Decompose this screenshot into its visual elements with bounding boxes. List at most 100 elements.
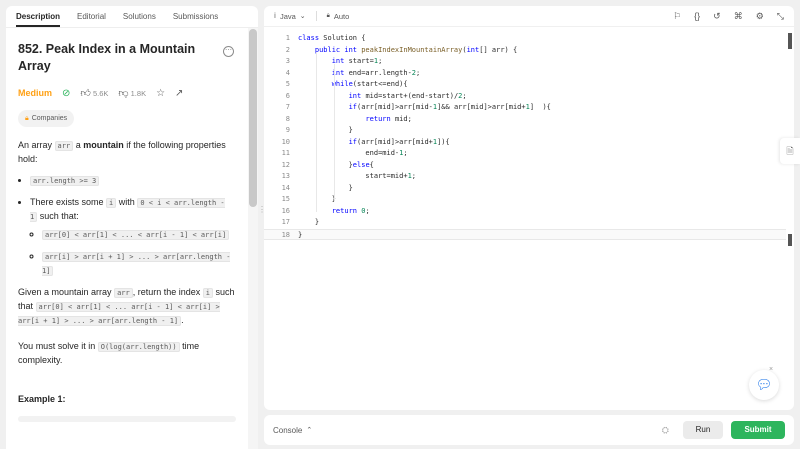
code-text: while(start<=end){	[298, 79, 408, 91]
problem-description: 852. Peak Index in a Mountain Array ⋯ Me…	[6, 28, 248, 449]
code-line[interactable]: 18}	[264, 228, 786, 242]
code-token: [] arr) {	[479, 45, 518, 54]
code-editor-panel: ⅰ Java ⌄ 🔒︎ Auto ⚐ {} ↺ ⌘ ⚙ ⤡ 1 class Sol…	[264, 6, 794, 410]
submit-button[interactable]: Submit	[731, 421, 785, 439]
star-icon[interactable]: ☆	[156, 87, 165, 100]
code-line[interactable]: 14 }	[264, 183, 786, 195]
code-text: return 0;	[298, 206, 370, 218]
tab-submissions[interactable]: Submissions	[173, 12, 218, 21]
code-line[interactable]: 6 int mid=start+(end-start)/2;	[264, 91, 786, 103]
language-value: Java	[279, 11, 296, 21]
like-button[interactable]: 👍︎ 5.6K	[80, 87, 108, 100]
code-line[interactable]: 13 start=mid+1;	[264, 171, 786, 183]
code-line[interactable]: 2 public int peakIndexInMountainArray(in…	[264, 45, 786, 57]
code-line[interactable]: 4 int end=arr.length-2;	[264, 68, 786, 80]
code-line[interactable]: 7 if(arr[mid]>arr[mid-1]&& arr[mid]>arr[…	[264, 102, 786, 114]
tab-description[interactable]: Description	[16, 12, 61, 27]
line-number: 2	[285, 45, 290, 54]
lock-icon: 🔒︎	[25, 115, 29, 122]
text: with	[118, 197, 135, 207]
inline-code: i	[202, 288, 213, 298]
tab-solutions[interactable]: Solutions	[123, 12, 156, 21]
chat-assistant-icon[interactable]: 💬︎	[749, 370, 779, 400]
code-line[interactable]: 1 class Solution {	[264, 33, 786, 45]
text: An array	[18, 140, 53, 150]
code-text: }	[298, 230, 302, 242]
dislike-button[interactable]: 👎︎ 1.8K	[118, 87, 146, 100]
auto-mode-toggle[interactable]: 🔒︎ Auto	[327, 12, 350, 21]
code-token: ]&& arr[mid]>arr[mid+	[437, 103, 526, 111]
difficulty-badge: Medium	[18, 88, 53, 98]
code-line[interactable]: 8 return mid;	[264, 114, 786, 126]
bookmark-icon[interactable]: ⚐	[673, 11, 681, 22]
code-token: ] ){	[529, 103, 551, 111]
code-token: {	[369, 160, 374, 169]
minimize-icon[interactable]: ⤡	[777, 11, 784, 22]
code-line[interactable]: 12 }else{	[264, 160, 786, 172]
braces-icon[interactable]: {}	[694, 11, 700, 22]
code-line[interactable]: 3 int start=1;	[264, 56, 786, 68]
code-token: else	[352, 160, 370, 169]
code-line[interactable]: 5 while(start<=end){	[264, 79, 786, 91]
thumbs-up-icon: 👍︎	[80, 88, 91, 99]
text: There exists some	[30, 197, 104, 207]
code-token: ;	[416, 68, 421, 77]
inline-code: arr[0] < arr[1] < ... arr[i - 1] < arr[i…	[18, 302, 220, 326]
tab-editorial[interactable]: Editorial	[77, 12, 106, 21]
code-token: if	[348, 137, 358, 146]
code-token: if	[348, 103, 358, 111]
code-token: }	[298, 126, 353, 134]
companies-chip[interactable]: 🔒︎ Companies	[18, 110, 75, 127]
code-text: }	[298, 183, 353, 195]
inline-code: arr[i] > arr[i + 1] > ... > arr[arr.leng…	[42, 252, 231, 276]
code-text: }	[298, 217, 319, 229]
description-scroll-thumb[interactable]	[249, 29, 257, 207]
editor-scroll-marker[interactable]	[788, 234, 792, 246]
description-paragraph-3: You must solve it in O(log(arr.length)) …	[18, 340, 236, 367]
close-icon[interactable]: ×	[769, 366, 773, 373]
code-line[interactable]: 15 }	[264, 194, 786, 206]
code-text: class Solution {	[298, 33, 365, 45]
description-panel: Description Editorial Solutions Submissi…	[6, 6, 258, 449]
inline-code: i	[106, 198, 117, 208]
language-select[interactable]: ⅰ Java ⌄	[274, 12, 306, 21]
line-number: 15	[281, 195, 290, 203]
gear-icon[interactable]: ⚙	[756, 11, 764, 22]
code-token: ]){	[437, 137, 450, 146]
reset-icon[interactable]: ↺	[713, 11, 721, 22]
code-text: int start=1;	[298, 56, 383, 68]
code-token: }	[298, 218, 320, 226]
code-token: }	[298, 230, 303, 239]
line-number: 17	[281, 218, 290, 226]
toolbar-divider	[315, 11, 317, 21]
debug-icon[interactable]: ⛭	[662, 425, 669, 436]
code-line[interactable]: 9 }	[264, 125, 786, 137]
code-token: return	[365, 114, 395, 123]
text: a	[75, 140, 81, 150]
line-number: 3	[285, 57, 290, 65]
code-token: }	[298, 160, 353, 169]
code-area[interactable]: 1 class Solution {2 public int peakIndexI…	[264, 33, 786, 247]
console-toggle[interactable]: Console ⌃	[273, 426, 312, 435]
code-token: int	[466, 45, 480, 54]
line-number: 13	[281, 172, 290, 180]
command-icon[interactable]: ⌘	[734, 11, 743, 22]
code-line[interactable]: 17 }	[264, 217, 786, 229]
notes-tab-icon[interactable]: 🗎	[780, 138, 800, 164]
line-number: 11	[281, 149, 290, 157]
code-line[interactable]: 10 if(arr[mid]>arr[mid+1]){	[264, 137, 786, 149]
run-button[interactable]: Run	[683, 421, 723, 439]
code-token: (start<=end){	[352, 80, 408, 88]
line-number: 6	[285, 91, 290, 100]
editor-scroll-marker[interactable]	[788, 33, 792, 49]
sub-list: arr[0] < arr[1] < ... < arr[i - 1] < arr…	[30, 228, 236, 278]
code-text: public int peakIndexInMountainArray(int[…	[298, 45, 517, 57]
code-line[interactable]: 11 end=mid-1;	[264, 148, 786, 160]
share-icon[interactable]: ↗	[175, 87, 183, 100]
code-line[interactable]: 16 return 0;	[264, 206, 786, 218]
more-options-icon[interactable]: ⋯	[223, 46, 234, 57]
